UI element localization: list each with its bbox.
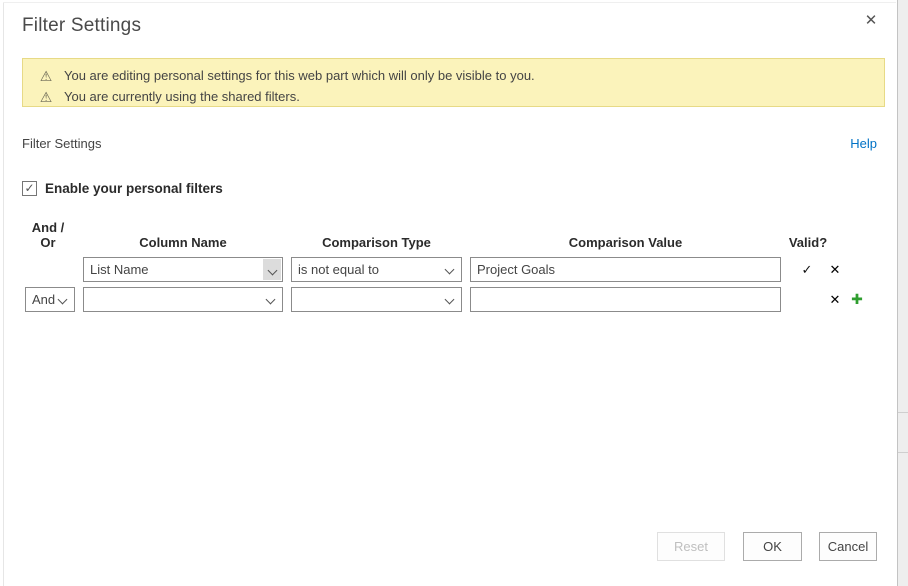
section-label: Filter Settings bbox=[22, 136, 101, 151]
comparison-value-input[interactable] bbox=[470, 287, 781, 312]
header-column-name: Column Name bbox=[83, 235, 283, 250]
chevron-down-icon bbox=[445, 295, 455, 305]
dialog-title: Filter Settings bbox=[22, 15, 141, 37]
cancel-button[interactable]: Cancel bbox=[819, 532, 877, 561]
column-name-select-value: List Name bbox=[90, 262, 149, 277]
chevron-down-icon bbox=[268, 266, 278, 276]
dialog-top-border bbox=[3, 2, 896, 3]
warning-message: You are editing personal settings for th… bbox=[64, 68, 535, 83]
comparison-type-select-value: is not equal to bbox=[298, 262, 379, 277]
chevron-down-icon bbox=[266, 295, 276, 305]
chevron-down-icon bbox=[445, 265, 455, 275]
filter-settings-dialog: Filter Settings ✕ ⚠ You are editing pers… bbox=[0, 0, 908, 586]
add-row-icon[interactable]: ✚ bbox=[847, 287, 867, 312]
header-comparison-value: Comparison Value bbox=[470, 235, 781, 250]
valid-check-icon: ✓ bbox=[797, 257, 817, 282]
warning-message-row: ⚠ You are currently using the shared fil… bbox=[37, 86, 884, 107]
chevron-down-icon bbox=[58, 295, 68, 305]
warning-message-row: ⚠ You are editing personal settings for … bbox=[37, 65, 884, 86]
enable-personal-filters-label: Enable your personal filters bbox=[45, 181, 223, 196]
comparison-value-input[interactable] bbox=[470, 257, 781, 282]
warning-banner: ⚠ You are editing personal settings for … bbox=[22, 58, 885, 107]
comparison-type-select[interactable] bbox=[291, 287, 462, 312]
scrollbar-divider bbox=[898, 412, 908, 413]
header-valid: Valid? bbox=[786, 235, 830, 250]
comparison-type-select[interactable]: is not equal to bbox=[291, 257, 462, 282]
page-scrollbar[interactable] bbox=[897, 0, 908, 586]
header-and-or: And / Or bbox=[26, 220, 70, 250]
header-comparison-type: Comparison Type bbox=[291, 235, 462, 250]
ok-button[interactable]: OK bbox=[743, 532, 802, 561]
help-link[interactable]: Help bbox=[850, 136, 877, 151]
dialog-left-border bbox=[3, 2, 4, 586]
remove-row-icon[interactable]: ✕ bbox=[825, 287, 845, 312]
and-or-select[interactable]: And bbox=[25, 287, 75, 312]
remove-row-icon[interactable]: ✕ bbox=[825, 257, 845, 282]
warning-icon: ⚠ bbox=[37, 90, 55, 104]
column-name-select[interactable] bbox=[83, 287, 283, 312]
column-name-select[interactable]: List Name bbox=[83, 257, 283, 282]
scrollbar-divider bbox=[898, 452, 908, 453]
reset-button[interactable]: Reset bbox=[657, 532, 725, 561]
select-arrow-button[interactable] bbox=[263, 259, 281, 280]
and-or-select-value: And bbox=[32, 292, 55, 307]
enable-personal-filters-checkbox[interactable]: ✓ bbox=[22, 181, 37, 196]
warning-icon: ⚠ bbox=[37, 69, 55, 83]
close-icon[interactable]: ✕ bbox=[858, 7, 884, 33]
warning-message: You are currently using the shared filte… bbox=[64, 89, 300, 104]
